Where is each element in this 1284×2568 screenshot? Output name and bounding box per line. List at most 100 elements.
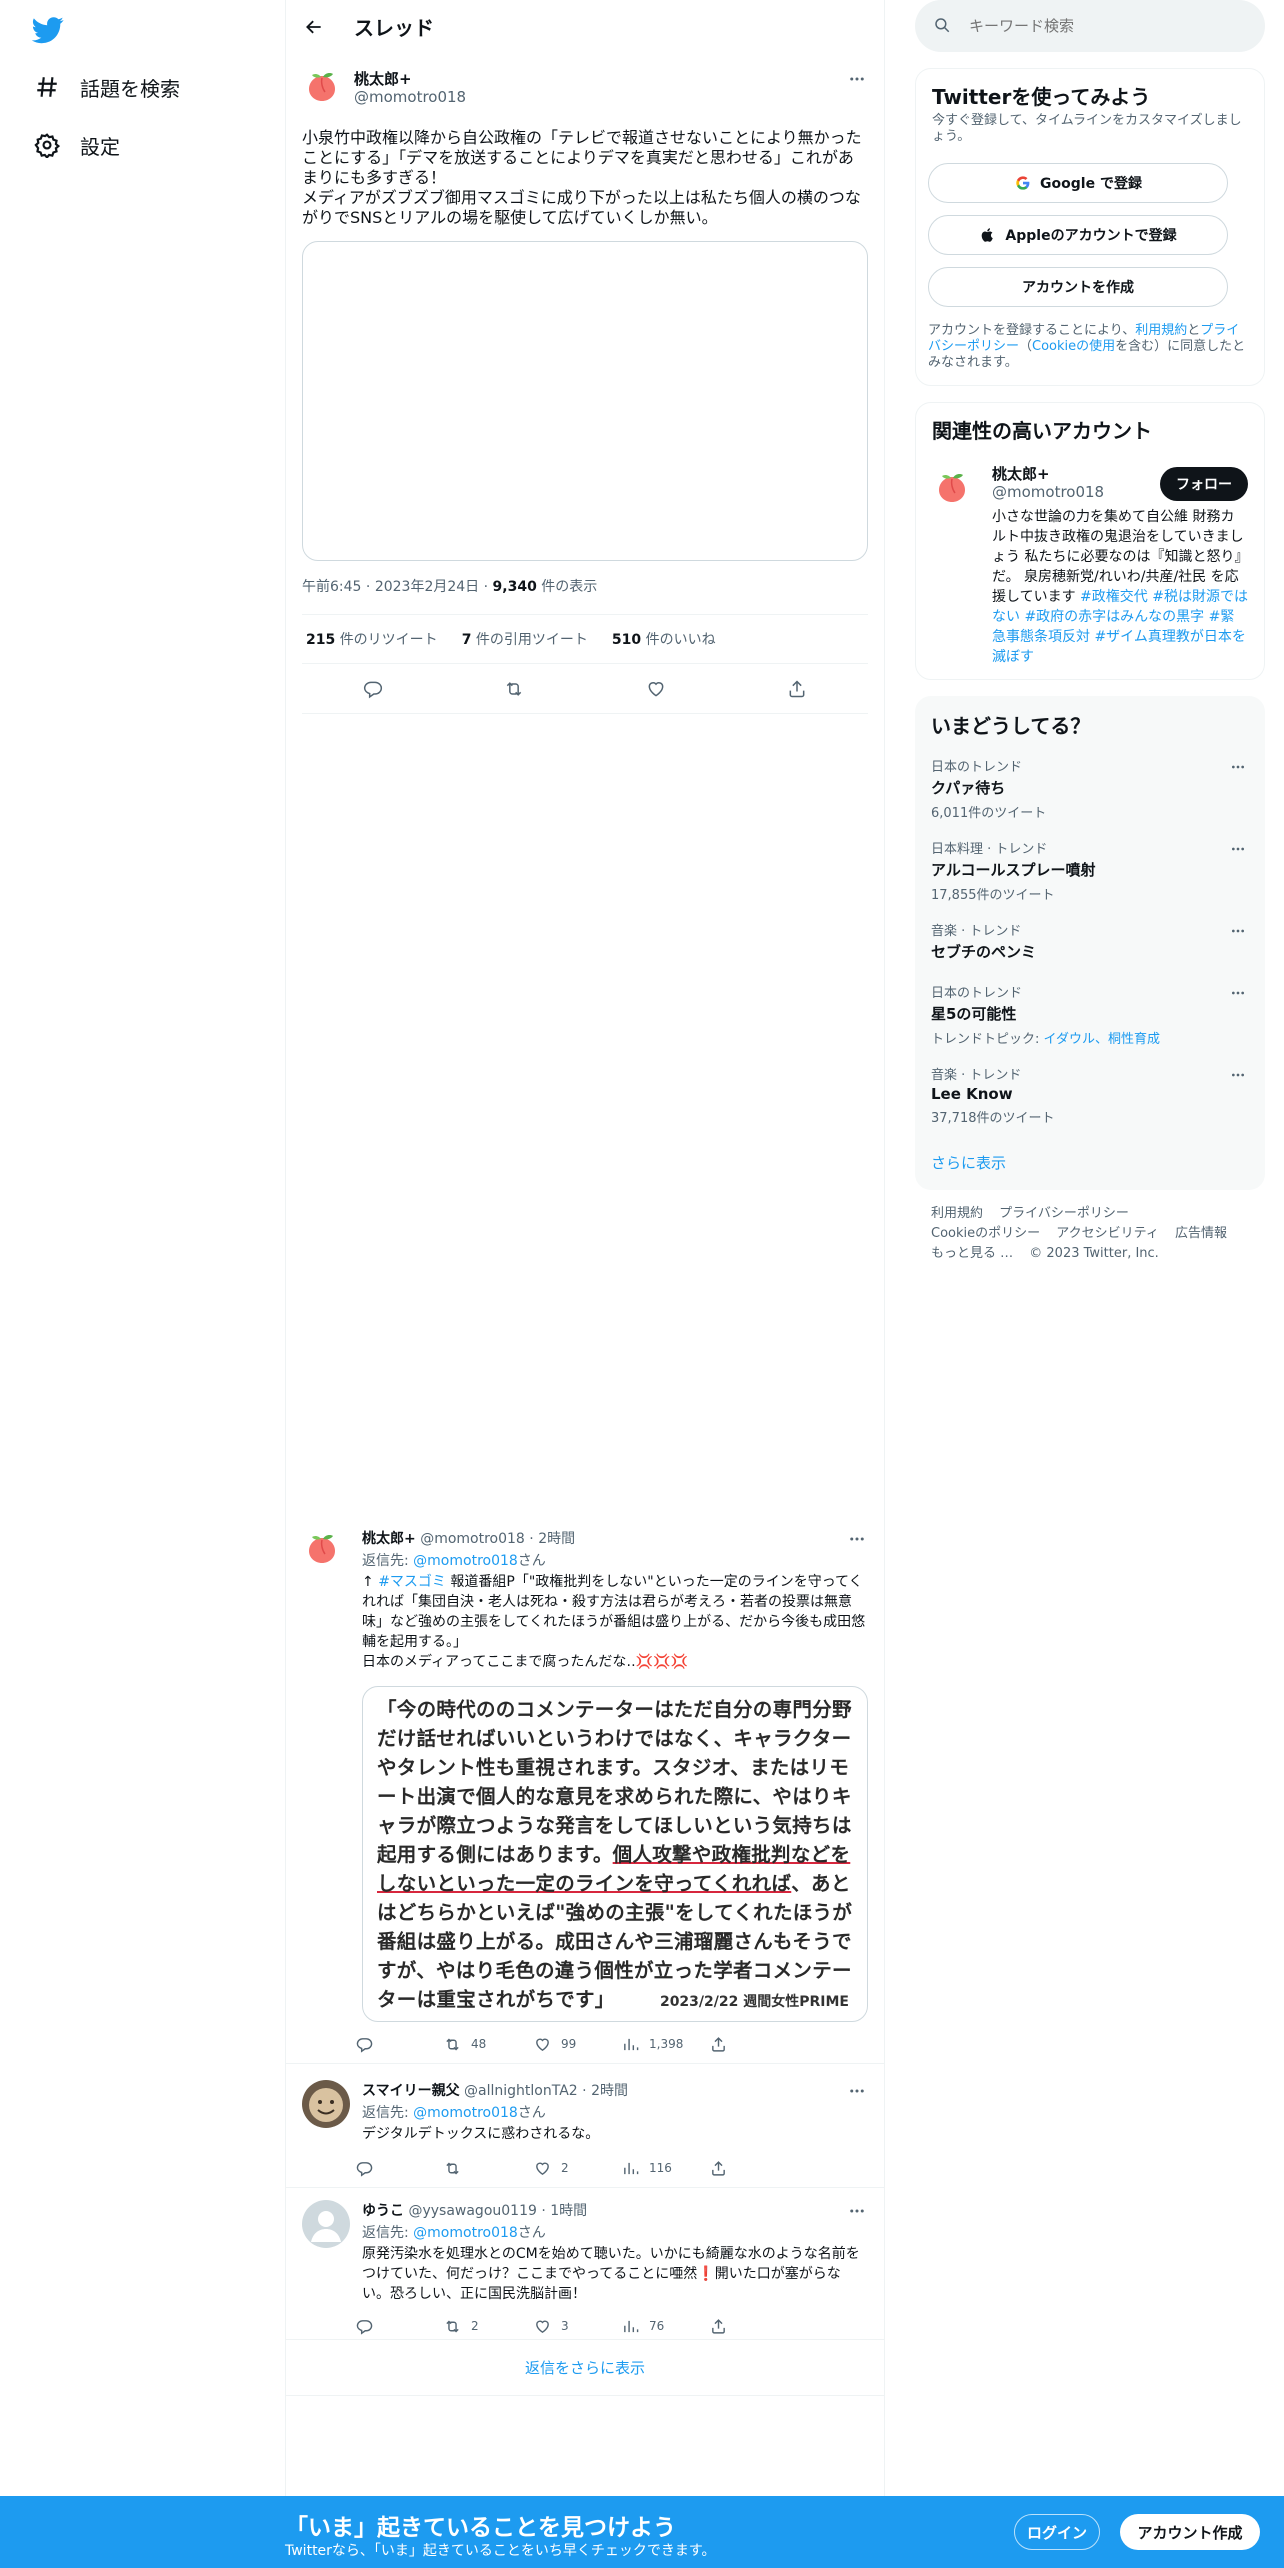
trend-item[interactable]: 日本料理 · トレンド アルコールスプレー噴射 17,855件のツイート: [931, 838, 1249, 903]
trend-topic-links[interactable]: イダウル、桐性育成: [1044, 1032, 1160, 1047]
twitter-logo-icon[interactable]: [31, 14, 64, 46]
more-options-icon[interactable]: [1227, 838, 1249, 860]
search-input[interactable]: [969, 17, 1229, 35]
footer-link[interactable]: Cookieのポリシー: [931, 1226, 1040, 1241]
retweets-stat[interactable]: 215 件のリツイート: [302, 629, 438, 649]
retweet-icon[interactable]: [502, 677, 526, 701]
retweet-button[interactable]: 2: [444, 2314, 479, 2338]
like-button[interactable]: 2: [534, 2156, 569, 2180]
author-name[interactable]: 桃太郎+: [354, 68, 412, 89]
like-button[interactable]: 99: [534, 2032, 576, 2056]
tweet-date[interactable]: 2023年2月24日: [375, 579, 479, 595]
avatar[interactable]: [302, 66, 342, 106]
reply-tweet[interactable]: ゆうこ @yysawagou0119 · 1時間 返信先: @momotro01…: [286, 2200, 884, 2340]
search-bar[interactable]: [915, 0, 1265, 52]
google-signup-button[interactable]: Google で登録: [928, 163, 1228, 203]
reply-header: ゆうこ @yysawagou0119 · 1時間: [362, 2203, 588, 2219]
signup-button[interactable]: アカウント作成: [1120, 2514, 1260, 2550]
avatar[interactable]: [932, 467, 972, 507]
author-name[interactable]: 桃太郎+: [362, 1531, 416, 1547]
reply-icon[interactable]: [361, 677, 385, 701]
terms-link[interactable]: 利用規約: [1135, 323, 1187, 338]
author-name[interactable]: ゆうこ: [362, 2203, 404, 2219]
avatar[interactable]: [302, 2080, 350, 2128]
author-handle[interactable]: @momotro018: [354, 88, 466, 106]
retweet-button[interactable]: 48: [444, 2032, 486, 2056]
nav-explore[interactable]: 話題を検索: [32, 62, 180, 112]
share-button[interactable]: [710, 2032, 727, 2056]
avatar[interactable]: [302, 1528, 342, 1568]
show-more-replies-button[interactable]: 返信をさらに表示: [286, 2340, 884, 2396]
apple-signup-button[interactable]: Appleのアカウントで登録: [928, 215, 1228, 255]
reply-tweet[interactable]: スマイリー親父 @allnightlonTA2 · 2時間 返信先: @momo…: [286, 2080, 884, 2188]
like-button[interactable]: 3: [534, 2314, 569, 2338]
reply-attached-image[interactable]: 「今の時代ののコメンテーターはただ自分の専門分野だけ話せればいいというわけではな…: [362, 1686, 868, 2022]
more-options-icon[interactable]: [1227, 920, 1249, 942]
related-handle[interactable]: @momotro018: [992, 483, 1104, 501]
trends-show-more[interactable]: さらに表示: [931, 1152, 1006, 1173]
signup-terms: アカウントを登録することにより、利用規約とプライバシーポリシー（Cookieの使…: [928, 323, 1246, 370]
create-account-button[interactable]: アカウントを作成: [928, 267, 1228, 307]
views-button[interactable]: 76: [622, 2314, 664, 2338]
like-icon[interactable]: [644, 677, 668, 701]
more-options-icon[interactable]: [846, 1528, 868, 1550]
nav-settings[interactable]: 設定: [32, 120, 120, 170]
share-button[interactable]: [710, 2314, 727, 2338]
author-handle[interactable]: @yysawagou0119: [408, 2203, 536, 2219]
more-options-icon[interactable]: [846, 2200, 868, 2222]
back-arrow-icon[interactable]: [296, 9, 332, 45]
trend-item[interactable]: 日本のトレンド クパァ待ち 6,011件のツイート: [931, 756, 1249, 821]
footer-link[interactable]: もっと見る …: [931, 1246, 1013, 1261]
hashtag-link[interactable]: #マスゴミ: [378, 1574, 446, 1590]
footer-link[interactable]: 利用規約: [931, 1206, 983, 1221]
avatar[interactable]: [302, 2200, 350, 2248]
reply-time[interactable]: 2時間: [591, 2083, 628, 2099]
likes-stat[interactable]: 510 件のいいね: [608, 629, 716, 649]
reply-time[interactable]: 1時間: [550, 2203, 587, 2219]
tweet-media-card[interactable]: [302, 241, 868, 561]
author-handle[interactable]: @momotro018: [420, 1531, 525, 1547]
reply-button[interactable]: [356, 2314, 373, 2338]
share-icon[interactable]: [785, 677, 809, 701]
login-button[interactable]: ログイン: [1014, 2514, 1100, 2550]
follow-button[interactable]: フォロー: [1160, 467, 1248, 501]
tweet-time[interactable]: 午前6:45: [302, 579, 361, 595]
reply-to-link[interactable]: @momotro018: [413, 2105, 518, 2121]
related-name[interactable]: 桃太郎+: [992, 463, 1050, 484]
image-quote-text: 「今の時代ののコメンテーターはただ自分の専門分野だけ話せればいいというわけではな…: [377, 1698, 853, 2011]
nav-settings-label: 設定: [80, 134, 120, 159]
reply-button[interactable]: [356, 2156, 373, 2180]
retweet-button[interactable]: [444, 2156, 461, 2180]
more-options-icon[interactable]: [846, 2080, 868, 2102]
share-button[interactable]: [710, 2156, 727, 2180]
footer-link[interactable]: アクセシビリティ: [1056, 1226, 1159, 1241]
author-name[interactable]: スマイリー親父: [362, 2083, 460, 2099]
author-handle[interactable]: @allnightlonTA2: [464, 2083, 578, 2099]
more-options-icon[interactable]: [1227, 982, 1249, 1004]
signup-subtitle: 今すぐ登録して、タイムラインをカスタマイズしましょう。: [932, 113, 1242, 144]
reply-to-link[interactable]: @momotro018: [413, 2225, 518, 2241]
more-options-icon[interactable]: [846, 68, 868, 90]
reply-time[interactable]: 2時間: [538, 1531, 575, 1547]
cookie-link[interactable]: Cookieの使用: [1032, 339, 1115, 354]
reply-text: デジタルデトックスに惑わされるな。: [362, 2126, 600, 2142]
bottom-signup-bar: 「いま」起きていることを見つけよう Twitterなら、「いま」起きていることを…: [0, 2496, 1284, 2568]
more-options-icon[interactable]: [1227, 1064, 1249, 1086]
related-accounts-panel: 関連性の高いアカウント 桃太郎+ @momotro018 フォロー 小さな世論の…: [915, 402, 1265, 680]
reply-button[interactable]: [356, 2032, 373, 2056]
reply-to-link[interactable]: @momotro018: [413, 1553, 518, 1569]
footer-link[interactable]: 広告情報: [1175, 1226, 1227, 1241]
hashtag-icon: [32, 72, 62, 102]
quotes-stat[interactable]: 7 件の引用ツイート: [458, 629, 588, 649]
footer-link[interactable]: プライバシーポリシー: [999, 1206, 1129, 1221]
trend-item[interactable]: 日本のトレンド 星5の可能性 トレンドトピック: イダウル、桐性育成: [931, 982, 1249, 1047]
trend-item[interactable]: 音楽 · トレンド Lee Know 37,718件のツイート: [931, 1064, 1249, 1126]
views-button[interactable]: 1,398: [622, 2032, 683, 2056]
trend-item[interactable]: 音楽 · トレンド セブチのペンミ: [931, 920, 1249, 962]
reply-actions: 48 99 1,398: [356, 2032, 786, 2056]
bottom-bar-title: 「いま」起きていることを見つけよう: [285, 2515, 676, 2541]
views-label: 件の表示: [541, 579, 598, 595]
more-options-icon[interactable]: [1227, 756, 1249, 778]
views-button[interactable]: 116: [622, 2156, 672, 2180]
related-title: 関連性の高いアカウント: [932, 419, 1152, 443]
